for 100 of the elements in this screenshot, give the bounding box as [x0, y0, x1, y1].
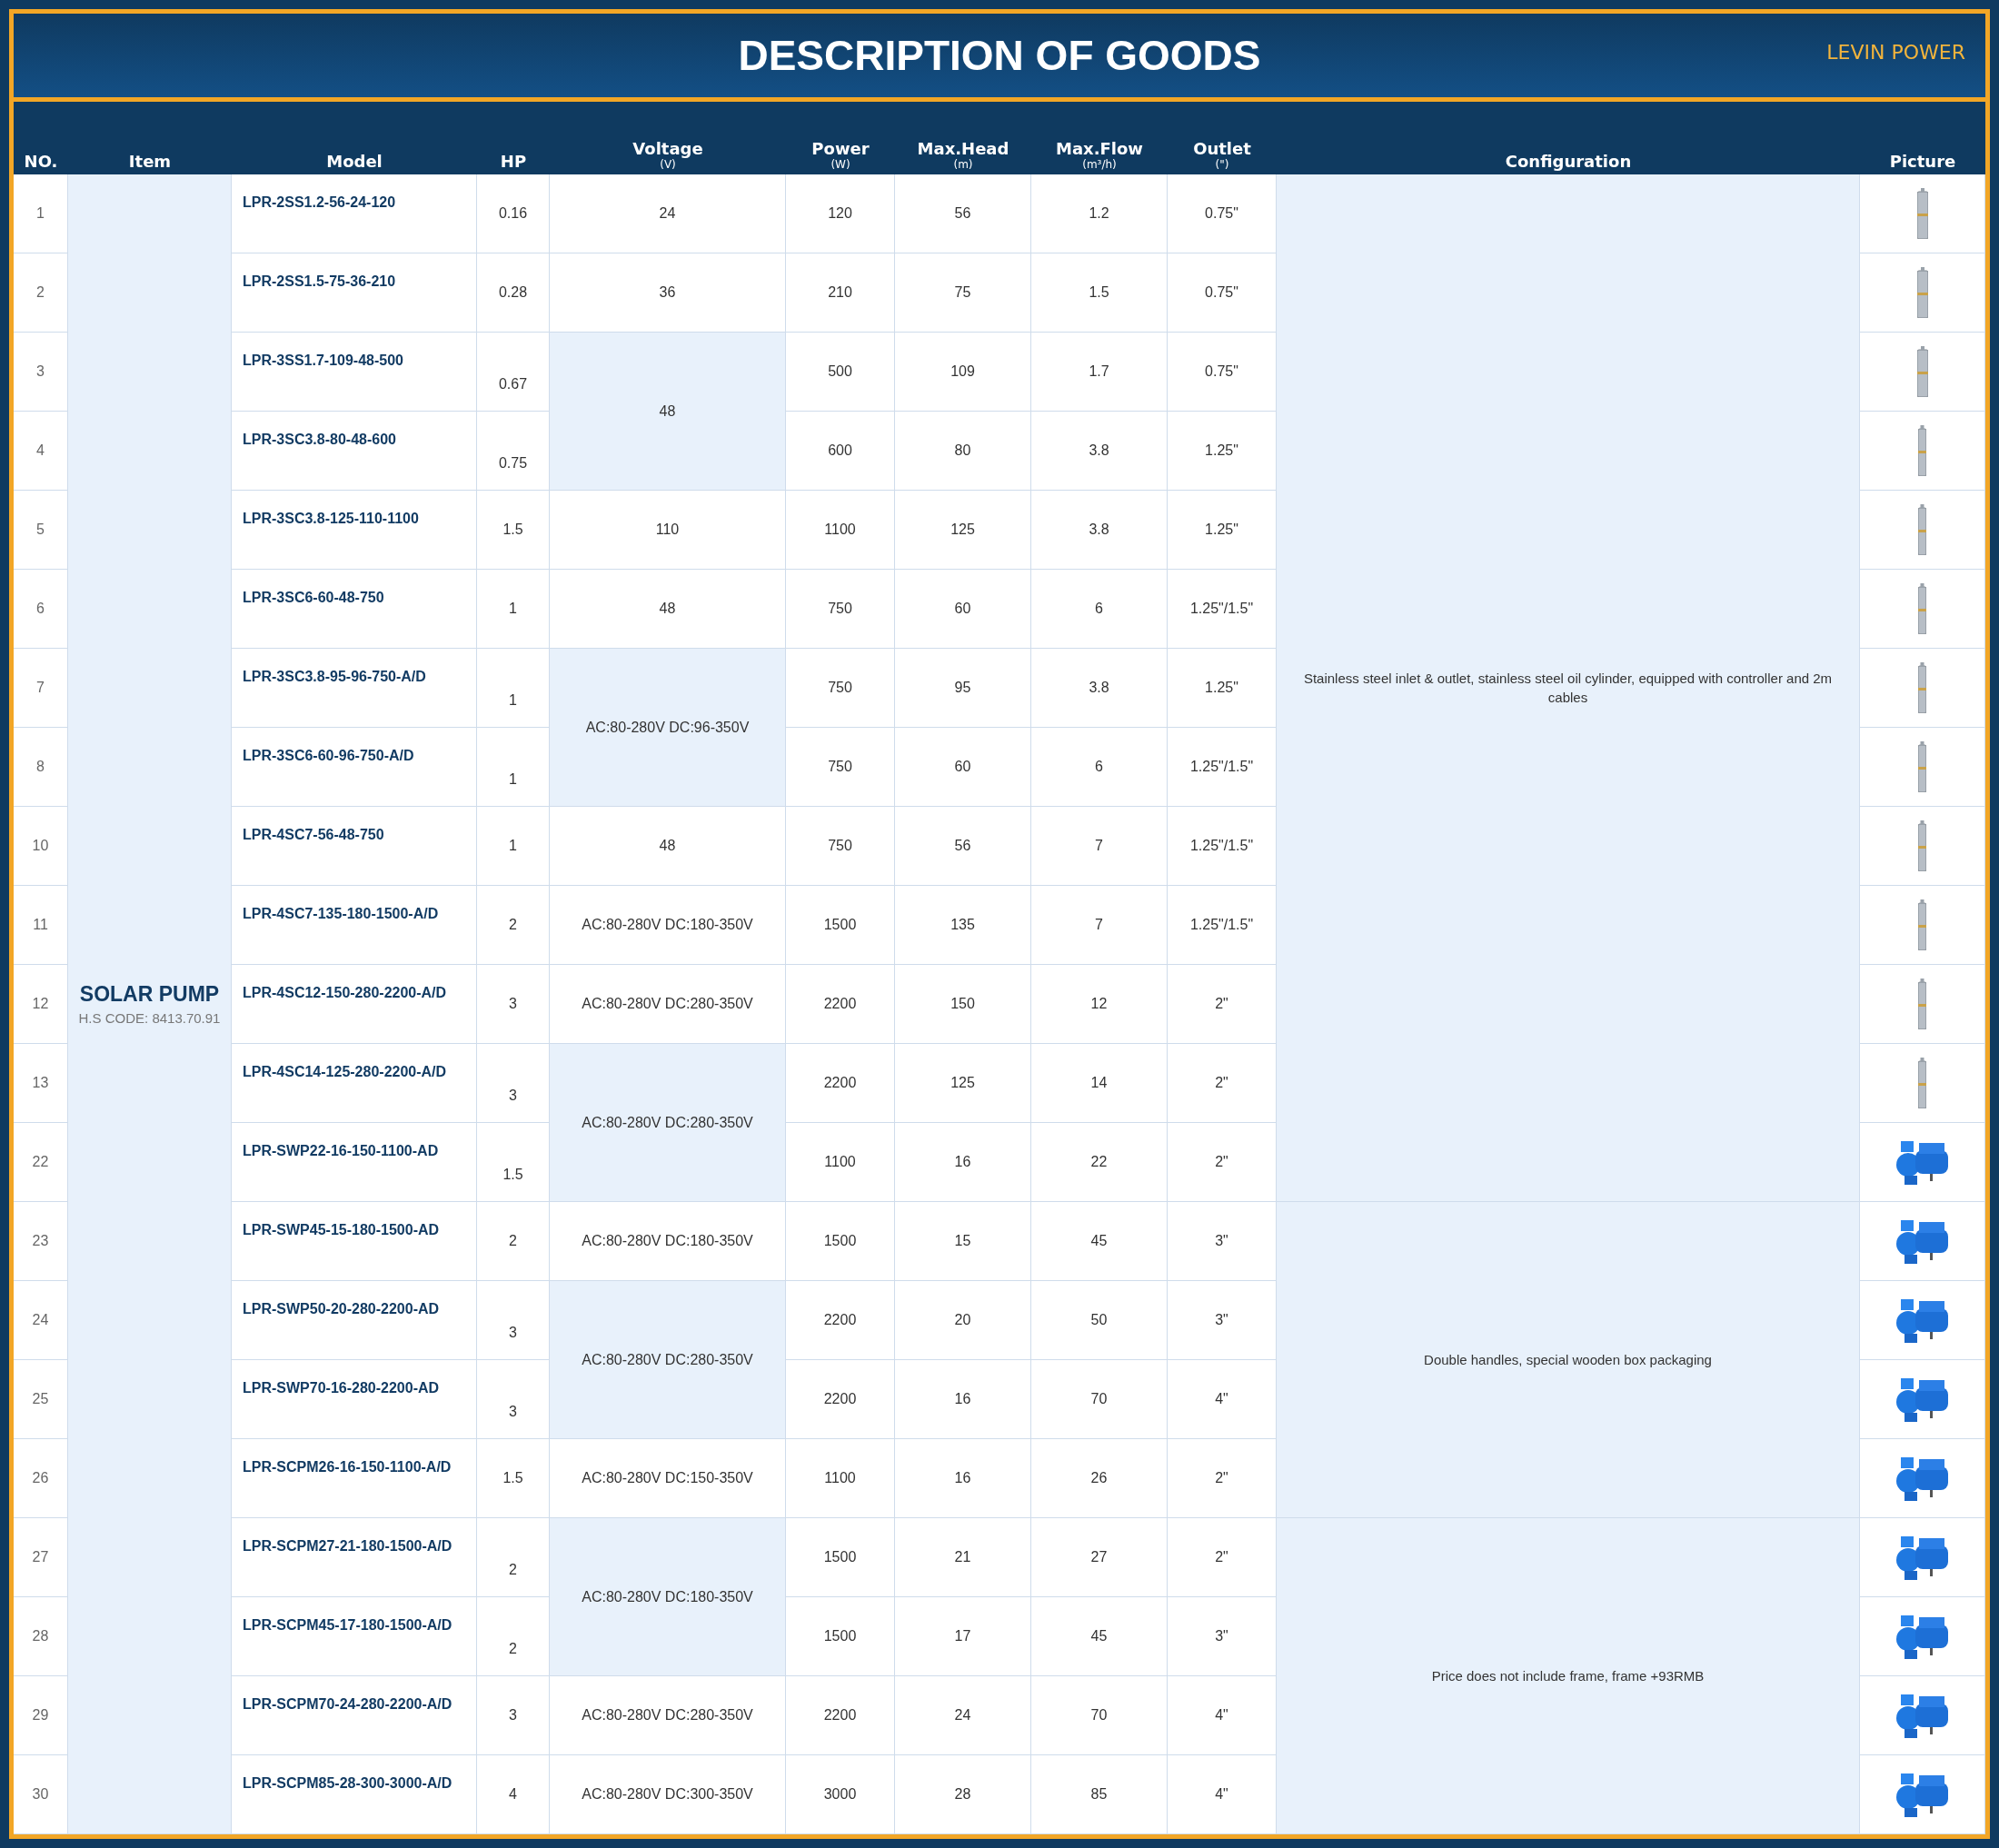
head-cell: 16 — [895, 1360, 1031, 1439]
column-header: Max.Flow — [1056, 139, 1143, 158]
column-header: Voltage — [632, 139, 703, 158]
head-cell: 150 — [895, 965, 1031, 1044]
pump-drawing — [1918, 741, 1926, 792]
hp-cell: 1 — [477, 807, 550, 886]
head-cell: 80 — [895, 412, 1031, 491]
column-unit: (W) — [830, 158, 850, 171]
flow-cell: 27 — [1031, 1518, 1168, 1597]
flow-cell: 7 — [1031, 807, 1168, 886]
power-cell: 1500 — [786, 886, 895, 965]
head-cell: 95 — [895, 649, 1031, 728]
flow-cell: 7 — [1031, 886, 1168, 965]
column-unit: (m) — [953, 158, 973, 171]
hp-cell: 1 — [477, 570, 550, 649]
flow-cell: 70 — [1031, 1676, 1168, 1755]
column-header: Outlet — [1193, 139, 1251, 158]
column-header: Picture — [1889, 152, 1956, 171]
column-header: Configuration — [1505, 152, 1632, 171]
hp-cell: 4 — [477, 1755, 550, 1834]
head-cell: 125 — [895, 491, 1031, 570]
voltage-cell: AC:80-280V DC:280-350V — [550, 1044, 786, 1202]
pump-drawing — [1916, 267, 1928, 318]
flow-cell: 85 — [1031, 1755, 1168, 1834]
column-unit: (") — [1215, 158, 1229, 171]
pump-drawing — [1918, 899, 1926, 950]
flow-cell: 6 — [1031, 570, 1168, 649]
pump-drawing — [1918, 504, 1926, 555]
voltage-cell: 110 — [550, 491, 786, 570]
brand-name: LEVIN POWER — [1826, 41, 1965, 64]
head-cell: 135 — [895, 886, 1031, 965]
flow-cell: 45 — [1031, 1597, 1168, 1676]
column-header: Model — [326, 152, 383, 171]
power-cell: 210 — [786, 253, 895, 333]
head-cell: 17 — [895, 1597, 1031, 1676]
pump-drawing — [1916, 346, 1928, 397]
head-cell: 56 — [895, 174, 1031, 253]
voltage-cell: AC:80-280V DC:180-350V — [550, 886, 786, 965]
hp-cell: 2 — [477, 1202, 550, 1281]
flow-cell: 50 — [1031, 1281, 1168, 1360]
pump-drawing — [1918, 425, 1926, 476]
hp-cell: 3 — [477, 965, 550, 1044]
power-cell: 750 — [786, 807, 895, 886]
flow-cell: 6 — [1031, 728, 1168, 807]
flow-cell: 1.7 — [1031, 333, 1168, 412]
flow-cell: 45 — [1031, 1202, 1168, 1281]
voltage-cell: AC:80-280V DC:180-350V — [550, 1518, 786, 1676]
pump-drawing — [1918, 662, 1926, 713]
column-header: Item — [128, 152, 172, 171]
flow-cell: 22 — [1031, 1123, 1168, 1202]
head-cell: 60 — [895, 728, 1031, 807]
power-cell: 2200 — [786, 965, 895, 1044]
pump-drawing — [1918, 820, 1926, 871]
voltage-cell: AC:80-280V DC:300-350V — [550, 1755, 786, 1834]
flow-cell: 1.5 — [1031, 253, 1168, 333]
head-cell: 20 — [895, 1281, 1031, 1360]
head-cell: 109 — [895, 333, 1031, 412]
power-cell: 1500 — [786, 1202, 895, 1281]
flow-cell: 26 — [1031, 1439, 1168, 1518]
voltage-cell: 48 — [550, 333, 786, 491]
hp-cell: 1.5 — [477, 491, 550, 570]
power-cell: 3000 — [786, 1755, 895, 1834]
head-cell: 24 — [895, 1676, 1031, 1755]
column-header: NO. — [24, 152, 58, 171]
column-header: Power — [811, 139, 870, 158]
flow-cell: 3.8 — [1031, 412, 1168, 491]
pump-drawing — [1918, 1058, 1926, 1108]
hp-cell: 3 — [477, 1676, 550, 1755]
head-cell: 21 — [895, 1518, 1031, 1597]
column-unit: (m³/h) — [1082, 158, 1117, 171]
flow-cell: 12 — [1031, 965, 1168, 1044]
head-cell: 60 — [895, 570, 1031, 649]
column-header: Max.Head — [917, 139, 1009, 158]
head-cell: 16 — [895, 1439, 1031, 1518]
configuration-cell: Price does not include frame, frame +93RMB — [1277, 1518, 1860, 1834]
head-cell: 56 — [895, 807, 1031, 886]
configuration-cell: Double handles, special wooden box packaging — [1277, 1202, 1860, 1518]
flow-cell: 14 — [1031, 1044, 1168, 1123]
voltage-cell: AC:80-280V DC:280-350V — [550, 1281, 786, 1439]
flow-cell: 1.2 — [1031, 174, 1168, 253]
flow-cell: 3.8 — [1031, 649, 1168, 728]
power-cell: 2200 — [786, 1676, 895, 1755]
column-header: HP — [500, 152, 527, 171]
head-cell: 75 — [895, 253, 1031, 333]
power-cell: 1100 — [786, 491, 895, 570]
hp-cell: 2 — [477, 886, 550, 965]
head-cell: 16 — [895, 1123, 1031, 1202]
voltage-cell: 48 — [550, 807, 786, 886]
power-cell: 1100 — [786, 1439, 895, 1518]
pump-drawing — [1918, 583, 1926, 634]
power-cell: 750 — [786, 570, 895, 649]
voltage-cell: AC:80-280V DC:280-350V — [550, 1676, 786, 1755]
head-cell: 15 — [895, 1202, 1031, 1281]
head-cell: 125 — [895, 1044, 1031, 1123]
voltage-cell: AC:80-280V DC:96-350V — [550, 649, 786, 807]
power-cell: 120 — [786, 174, 895, 253]
flow-cell: 70 — [1031, 1360, 1168, 1439]
hp-cell: 1.5 — [477, 1439, 550, 1518]
column-unit: (V) — [660, 158, 676, 171]
hs-code: H.S CODE: 8413.70.91 — [78, 1010, 221, 1026]
